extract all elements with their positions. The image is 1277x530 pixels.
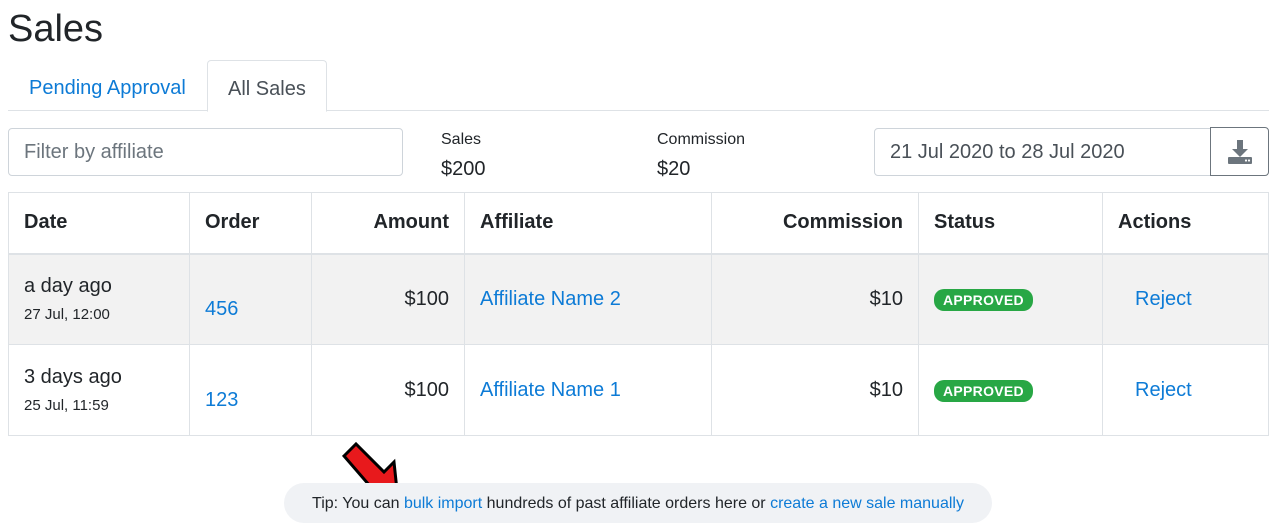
table-header-row: Date Order Amount Affiliate Commission S…	[8, 192, 1269, 255]
sales-summary: Sales $200	[441, 130, 486, 181]
relative-date: a day ago	[24, 275, 112, 298]
status-cell: APPROVED	[918, 344, 1103, 436]
actions-cell: Reject	[1102, 344, 1269, 436]
sales-label: Sales	[441, 131, 482, 148]
commission-cell: $10	[711, 253, 919, 345]
order-link[interactable]: 456	[205, 298, 238, 321]
table-row: 3 days ago 25 Jul, 11:59 123 $100 Affili…	[8, 344, 1269, 436]
amount-cell: $100	[311, 344, 465, 436]
commission-value: $20	[657, 158, 691, 180]
date-range-picker[interactable]: 21 Jul 2020 to 28 Jul 2020	[874, 128, 1211, 176]
affiliate-cell: Affiliate Name 1	[464, 344, 712, 436]
reject-link[interactable]: Reject	[1135, 379, 1192, 401]
download-icon	[1227, 139, 1252, 164]
relative-date: 3 days ago	[24, 366, 122, 388]
create-sale-link[interactable]: create a new sale manually	[770, 495, 964, 512]
tip-prefix: Tip: You can	[312, 495, 404, 512]
tabs: Pending Approval All Sales	[8, 60, 1269, 112]
header-affiliate: Affiliate	[464, 192, 712, 255]
page-title: Sales	[8, 8, 104, 50]
bulk-import-link[interactable]: bulk import	[404, 495, 482, 512]
sales-table: Date Order Amount Affiliate Commission S…	[8, 192, 1269, 436]
affiliate-link[interactable]: Affiliate Name 2	[480, 288, 621, 310]
sales-value: $200	[441, 158, 486, 180]
header-commission: Commission	[711, 192, 919, 255]
actions-cell: Reject	[1102, 253, 1269, 345]
date-cell: a day ago 27 Jul, 12:00	[8, 253, 190, 345]
exact-datetime: 27 Jul, 12:00	[24, 306, 110, 324]
date-cell: 3 days ago 25 Jul, 11:59	[8, 344, 190, 436]
order-cell: 456	[189, 253, 312, 345]
tip-banner: Tip: You can bulk import hundreds of pas…	[284, 483, 992, 523]
download-button[interactable]	[1210, 127, 1269, 176]
order-link[interactable]: 123	[205, 389, 238, 412]
table-row: a day ago 27 Jul, 12:00 456 $100 Affilia…	[8, 253, 1269, 345]
status-badge: APPROVED	[934, 288, 1033, 311]
affiliate-link[interactable]: Affiliate Name 1	[480, 379, 621, 401]
tip-middle: hundreds of past affiliate orders here o…	[482, 495, 771, 512]
amount-cell: $100	[311, 253, 465, 345]
commission-cell: $10	[711, 344, 919, 436]
tab-all-sales[interactable]: All Sales	[207, 60, 327, 112]
header-status: Status	[918, 192, 1103, 255]
exact-datetime: 25 Jul, 11:59	[24, 397, 109, 414]
header-actions: Actions	[1102, 192, 1269, 255]
status-badge: APPROVED	[934, 379, 1033, 402]
affiliate-cell: Affiliate Name 2	[464, 253, 712, 345]
status-cell: APPROVED	[918, 253, 1103, 345]
affiliate-filter-input[interactable]	[8, 128, 403, 176]
tab-pending-approval[interactable]: Pending Approval	[9, 60, 206, 111]
header-amount: Amount	[311, 192, 465, 255]
commission-summary: Commission $20	[657, 130, 745, 181]
commission-label: Commission	[657, 131, 746, 148]
order-cell: 123	[189, 344, 312, 436]
reject-link[interactable]: Reject	[1135, 288, 1192, 310]
header-order: Order	[189, 192, 312, 255]
header-date: Date	[8, 192, 190, 255]
